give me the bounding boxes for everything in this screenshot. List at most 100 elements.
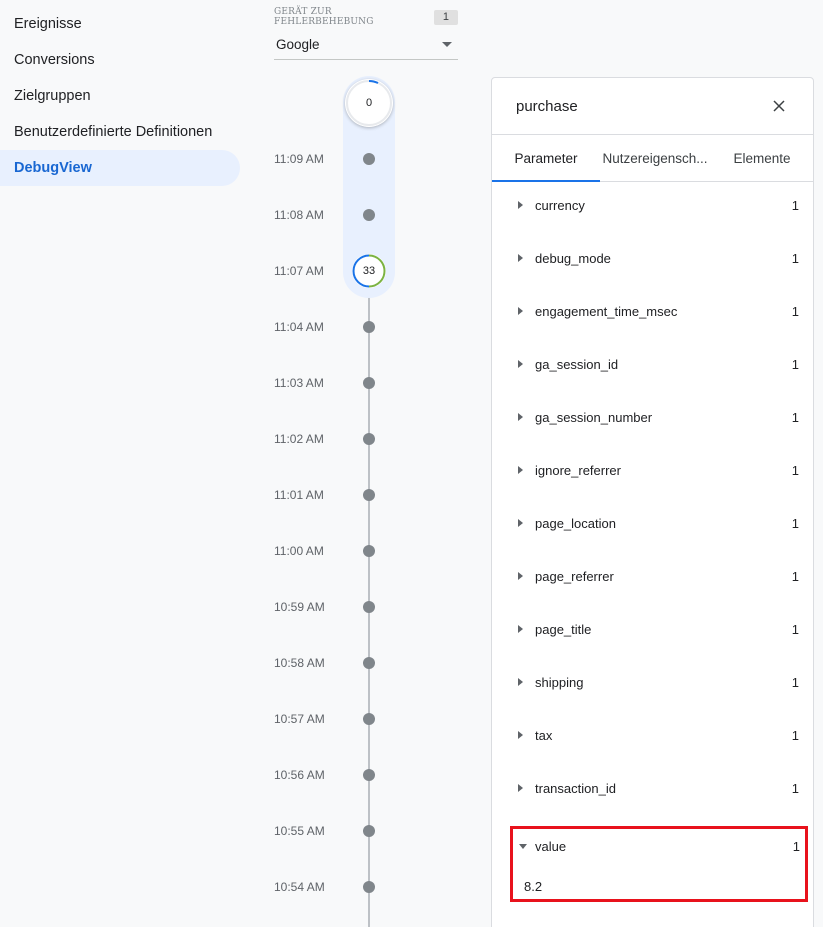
sidebar-item-label: Zielgruppen [14, 88, 91, 104]
param-name: page_title [535, 622, 592, 637]
panel-title: purchase [516, 97, 578, 115]
param-name: currency [535, 198, 585, 213]
param-name: shipping [535, 675, 584, 690]
timeline-time-label: 11:04 AM [274, 320, 324, 334]
event-detail-panel: purchase Parameter Nutzereigensch... Ele… [491, 77, 814, 927]
param-count: 1 [791, 675, 799, 690]
param-name: ga_session_number [535, 410, 653, 425]
timeline-minute-row: 10:56 AM [260, 765, 480, 785]
param-name: debug_mode [535, 251, 611, 266]
chevron-right-icon [518, 466, 523, 474]
timeline-minute-dot[interactable] [363, 489, 375, 501]
timeline-time-label: 11:08 AM [274, 208, 324, 222]
param-value: 8.2 [524, 879, 543, 894]
timeline-minute-dot[interactable] [363, 657, 375, 669]
timeline-minute-row: 11:03 AM [260, 373, 480, 393]
param-count: 1 [791, 569, 799, 584]
timeline-time-label: 10:55 AM [274, 824, 325, 838]
parameter-row[interactable]: tax 1 [492, 712, 813, 765]
minute-event-count[interactable]: 33 [352, 254, 386, 288]
chevron-down-icon [519, 844, 527, 849]
parameter-row[interactable]: transaction_id 1 [492, 765, 813, 818]
panel-tabs: Parameter Nutzereigensch... Elemente [492, 135, 813, 182]
timeline-time-label: 11:07 AM [274, 264, 324, 278]
timeline-minute-row: 10:59 AM [260, 597, 480, 617]
minute-event-count-text: 33 [362, 265, 376, 277]
parameter-row[interactable]: ignore_referrer 1 [492, 447, 813, 500]
param-count: 1 [791, 516, 799, 531]
close-button[interactable] [769, 96, 789, 116]
param-name: tax [535, 728, 553, 743]
timeline-minute-dot[interactable] [363, 153, 375, 165]
chevron-right-icon [518, 731, 523, 739]
param-name: transaction_id [535, 781, 616, 796]
param-count: 1 [791, 728, 799, 743]
sidebar-item-label: Benutzerdefinierte Definitionen [14, 124, 213, 140]
chevron-right-icon [518, 360, 523, 368]
timeline-minute-row: 10:54 AM [260, 877, 480, 897]
timeline-time-label: 11:01 AM [274, 488, 324, 502]
timeline-time-label: 10:56 AM [274, 768, 325, 782]
timeline-minute-dot[interactable] [363, 433, 375, 445]
timeline-time-label: 11:03 AM [274, 376, 324, 390]
tab-label: Parameter [514, 151, 578, 166]
tab-elemente[interactable]: Elemente [722, 135, 802, 182]
chevron-right-icon [518, 307, 523, 315]
parameter-row[interactable]: engagement_time_msec 1 [492, 288, 813, 341]
tab-user-properties[interactable]: Nutzereigensch... [600, 135, 710, 182]
param-count: 1 [791, 463, 799, 478]
param-count: 1 [792, 839, 800, 854]
timeline-minute-row: 10:55 AM [260, 821, 480, 841]
timeline-time-label: 11:09 AM [274, 152, 324, 166]
timeline-minute-row: 11:04 AM [260, 317, 480, 337]
sidebar-item-custom-definitions[interactable]: Benutzerdefinierte Definitionen [0, 114, 240, 150]
timeline-minute-row: 11:00 AM [260, 541, 480, 561]
seconds-stream-counter[interactable]: 0 [345, 79, 393, 127]
sidebar-item-zielgruppen[interactable]: Zielgruppen [0, 78, 240, 114]
minutes-timeline: 0 11:09 AM 11:08 AM 11:07 AM 11:04 AM 11:03 … [260, 0, 480, 927]
timeline-minute-dot[interactable] [363, 209, 375, 221]
parameter-row[interactable]: ga_session_id 1 [492, 341, 813, 394]
timeline-minute-row: 11:01 AM [260, 485, 480, 505]
parameter-row[interactable]: shipping 1 [492, 659, 813, 712]
timeline-minute-dot[interactable] [363, 377, 375, 389]
param-name: ga_session_id [535, 357, 619, 372]
timeline-minute-dot[interactable] [363, 881, 375, 893]
chevron-right-icon [518, 254, 523, 262]
sidebar-item-conversions[interactable]: Conversions [0, 42, 240, 78]
param-count: 1 [791, 357, 799, 372]
sidebar-item-debugview[interactable]: DebugView [0, 150, 240, 186]
parameter-row[interactable]: page_referrer 1 [492, 553, 813, 606]
param-count: 1 [791, 251, 799, 266]
chevron-right-icon [518, 572, 523, 580]
timeline-minute-row: 10:57 AM [260, 709, 480, 729]
tab-parameter[interactable]: Parameter [492, 135, 600, 182]
param-name: ignore_referrer [535, 463, 621, 478]
sidebar-item-label: DebugView [14, 160, 92, 176]
param-count: 1 [791, 781, 799, 796]
timeline-time-label: 10:54 AM [274, 880, 325, 894]
parameter-row[interactable]: debug_mode 1 [492, 235, 813, 288]
chevron-right-icon [518, 678, 523, 686]
timeline-minute-dot[interactable] [363, 321, 375, 333]
parameter-row[interactable]: currency 1 [492, 182, 813, 235]
timeline-minute-dot[interactable] [363, 769, 375, 781]
debugview-screen: Ereignisse Conversions Zielgruppen Benut… [0, 0, 823, 927]
timeline-time-label: 11:00 AM [274, 544, 324, 558]
timeline-minute-dot[interactable] [363, 601, 375, 613]
timeline-minute-dot[interactable] [363, 713, 375, 725]
timeline-time-label: 11:02 AM [274, 432, 324, 446]
chevron-right-icon [518, 784, 523, 792]
expanded-parameter-value[interactable]: value 1 8.2 [510, 826, 808, 902]
timeline-minute-dot[interactable] [363, 825, 375, 837]
parameter-row[interactable]: page_title 1 [492, 606, 813, 659]
param-name: page_location [535, 516, 616, 531]
param-name: engagement_time_msec [535, 304, 678, 319]
timeline-minute-dot[interactable] [363, 545, 375, 557]
timeline-minute-row: 11:09 AM [260, 149, 480, 169]
parameter-row[interactable]: ga_session_number 1 [492, 394, 813, 447]
tab-label: Elemente [733, 151, 791, 166]
tab-label: Nutzereigensch... [602, 151, 708, 166]
parameter-row[interactable]: page_location 1 [492, 500, 813, 553]
sidebar-item-ereignisse[interactable]: Ereignisse [0, 6, 240, 42]
